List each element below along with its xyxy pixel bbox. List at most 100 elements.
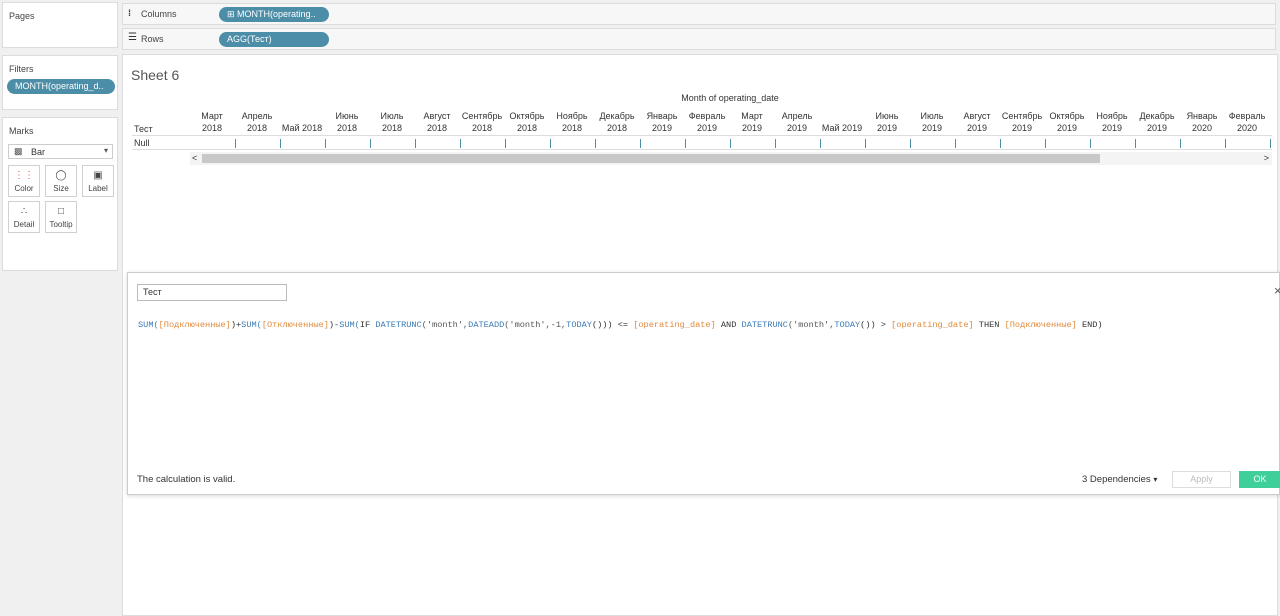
bar-mark[interactable]: [1270, 139, 1271, 148]
filter-pill-month[interactable]: MONTH(operating_d..: [7, 79, 115, 94]
month-header: Январь 2019: [646, 111, 678, 133]
color-icon: ⋮⋮: [14, 170, 34, 181]
ok-button[interactable]: OK: [1239, 471, 1280, 488]
formula-token: AND: [715, 320, 742, 330]
bar-mark[interactable]: [775, 139, 776, 148]
bar-mark[interactable]: [730, 139, 731, 148]
marks-card: Marks ▩ Bar ▾ ⋮⋮ Color ◯ Size ▣ Label ∴ …: [2, 117, 118, 271]
bar-mark[interactable]: [1180, 139, 1181, 148]
tooltip-button[interactable]: □ Tooltip: [45, 201, 77, 233]
month-header: Май 2019: [821, 123, 863, 133]
month-header: Февраль 2020: [1228, 111, 1266, 133]
formula-token: SUM(: [339, 320, 360, 330]
rows-pill[interactable]: AGG(Тест): [219, 32, 329, 47]
formula-token: DATETRUNC: [741, 320, 788, 330]
bar-mark[interactable]: [820, 139, 821, 148]
bar-mark[interactable]: [460, 139, 461, 148]
mark-type-label: Bar: [31, 147, 46, 157]
formula-token: ())) <=: [591, 320, 634, 330]
horizontal-scrollbar[interactable]: < >: [190, 152, 1272, 165]
bar-mark[interactable]: [505, 139, 506, 148]
label-button[interactable]: ▣ Label: [82, 165, 114, 197]
formula-editor[interactable]: SUM([Подключенные])+SUM([Отключенные])-S…: [138, 320, 1273, 440]
formula-token: ()) >: [860, 320, 892, 330]
formula-token: [operating_date]: [891, 320, 974, 330]
calc-name-input[interactable]: Тест: [137, 284, 287, 301]
rows-shelf: ☰ Rows AGG(Тест): [122, 28, 1276, 50]
bar-mark[interactable]: [910, 139, 911, 148]
formula-token: [Отключенные]: [261, 320, 329, 330]
row-value-null: Null: [134, 138, 150, 148]
size-icon: ◯: [55, 170, 67, 181]
dependencies-dropdown[interactable]: 3 Dependencies ▾: [1082, 474, 1157, 485]
row-divider: [132, 149, 1272, 150]
formula-token: DATEADD: [468, 320, 505, 330]
bar-mark[interactable]: [1090, 139, 1091, 148]
rows-label: Rows: [141, 34, 164, 44]
columns-label: Columns: [141, 9, 177, 19]
apply-button[interactable]: Apply: [1172, 471, 1231, 488]
bar-chart-icon: ▩: [14, 146, 23, 156]
month-header: Апрель 2019: [781, 111, 813, 133]
month-header: Апрель 2018: [241, 111, 273, 133]
bar-mark[interactable]: [550, 139, 551, 148]
scroll-right-icon[interactable]: >: [1264, 153, 1269, 163]
expand-icon: ⊞: [227, 9, 238, 19]
bar-mark[interactable]: [640, 139, 641, 148]
scrollbar-thumb[interactable]: [202, 154, 1100, 163]
month-header: Декабрь 2019: [1139, 111, 1175, 133]
column-header-title: Month of operating_date: [681, 93, 779, 103]
columns-icon: ⁞: [128, 8, 131, 18]
bar-mark[interactable]: [370, 139, 371, 148]
formula-token: SUM(: [241, 320, 262, 330]
bar-mark[interactable]: [955, 139, 956, 148]
bar-mark[interactable]: [1135, 139, 1136, 148]
bar-mark[interactable]: [865, 139, 866, 148]
calc-editor: Тест × SUM([Подключенные])+SUM([Отключен…: [127, 272, 1280, 495]
formula-token: THEN: [973, 320, 1005, 330]
month-header: Январь 2020: [1186, 111, 1218, 133]
marks-title: Marks: [9, 126, 34, 136]
row-header: Тест: [134, 124, 153, 134]
bar-mark[interactable]: [1045, 139, 1046, 148]
formula-token: ('month',-1,: [504, 320, 567, 330]
bar-mark[interactable]: [415, 139, 416, 148]
month-header: Ноябрь 2019: [1096, 111, 1128, 133]
detail-button[interactable]: ∴ Detail: [8, 201, 40, 233]
chevron-down-icon: ▾: [1153, 475, 1158, 484]
rows-icon: ☰: [128, 32, 137, 43]
sheet-title: Sheet 6: [131, 67, 180, 83]
month-header: Июнь 2019: [875, 111, 899, 133]
columns-pill[interactable]: ⊞ MONTH(operating..: [219, 7, 329, 22]
bar-mark[interactable]: [1225, 139, 1226, 148]
formula-token: [Подключенные]: [1004, 320, 1077, 330]
label-icon: ▣: [93, 170, 103, 181]
filters-card: Filters MONTH(operating_d..: [2, 55, 118, 110]
formula-token: )-: [328, 320, 340, 330]
close-icon[interactable]: ×: [1274, 283, 1280, 298]
chevron-down-icon: ▾: [103, 146, 108, 155]
formula-token: IF: [359, 320, 376, 330]
month-header: Октябрь 2019: [1049, 111, 1085, 133]
bar-mark[interactable]: [685, 139, 686, 148]
scroll-left-icon[interactable]: <: [192, 153, 197, 163]
formula-token: ('month',: [787, 320, 835, 330]
formula-token: )+: [230, 320, 242, 330]
month-header: Май 2018: [281, 123, 323, 133]
bar-mark[interactable]: [235, 139, 236, 148]
bar-mark[interactable]: [1000, 139, 1001, 148]
month-header: Август 2018: [423, 111, 451, 133]
mark-type-select[interactable]: ▩ Bar ▾: [8, 144, 113, 159]
columns-shelf: ⁞ Columns ⊞ MONTH(operating..: [122, 3, 1276, 25]
month-header: Август 2019: [963, 111, 991, 133]
bar-mark[interactable]: [280, 139, 281, 148]
month-header: Февраль 2019: [688, 111, 726, 133]
formula-token: [Подключенные]: [158, 320, 231, 330]
bar-mark[interactable]: [325, 139, 326, 148]
calc-status: The calculation is valid.: [137, 474, 236, 485]
bar-mark[interactable]: [595, 139, 596, 148]
color-button[interactable]: ⋮⋮ Color: [8, 165, 40, 197]
formula-token: DATETRUNC: [375, 320, 422, 330]
pages-card: Pages: [2, 2, 118, 48]
size-button[interactable]: ◯ Size: [45, 165, 77, 197]
